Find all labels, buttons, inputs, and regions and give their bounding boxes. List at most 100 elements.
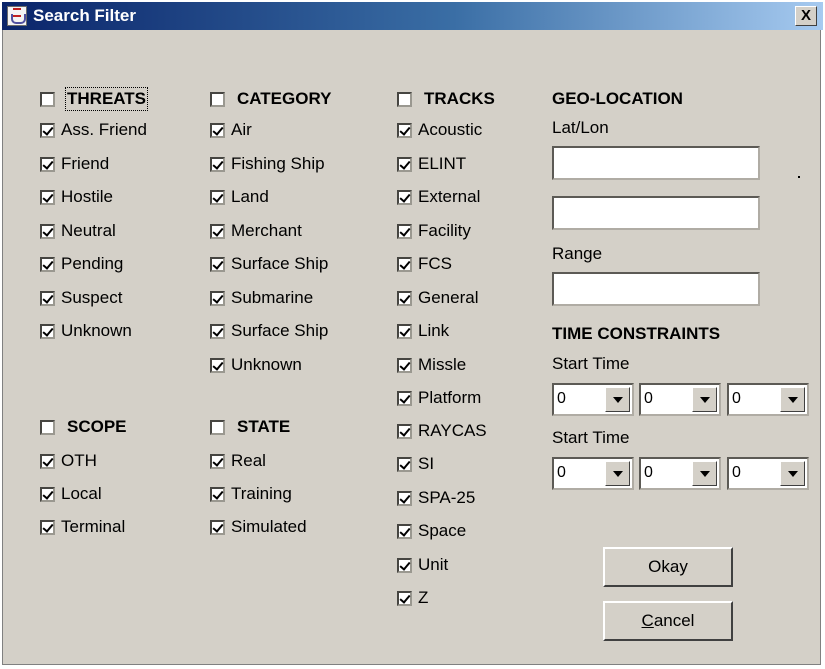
state-item-checkbox[interactable]: Training: [210, 484, 292, 504]
tracks-item-checkbox[interactable]: Link: [397, 321, 449, 341]
category-item-checkbox[interactable]: Surface Ship: [210, 321, 328, 341]
second-time-second-select[interactable]: 0: [727, 457, 809, 490]
checkbox-box[interactable]: [397, 357, 412, 373]
checkbox-box[interactable]: [210, 223, 225, 239]
threats-item-checkbox[interactable]: Friend: [40, 154, 109, 174]
checkbox-box[interactable]: [397, 122, 412, 138]
checkbox-box[interactable]: [210, 419, 225, 435]
state-header-checkbox[interactable]: STATE: [210, 417, 290, 437]
tracks-item-checkbox[interactable]: Missle: [397, 355, 466, 375]
checkbox-box[interactable]: [210, 156, 225, 172]
checkbox-box[interactable]: [397, 91, 412, 107]
tracks-item-checkbox[interactable]: Facility: [397, 221, 471, 241]
checkbox-box[interactable]: [210, 357, 225, 373]
chevron-down-icon[interactable]: [780, 387, 805, 412]
chevron-down-icon[interactable]: [605, 387, 630, 412]
checkbox-box[interactable]: [210, 189, 225, 205]
checkbox-box[interactable]: [210, 453, 225, 469]
tracks-item-checkbox[interactable]: General: [397, 288, 478, 308]
chevron-down-icon[interactable]: [780, 461, 805, 486]
longitude-field[interactable]: [552, 196, 760, 230]
checkbox-box[interactable]: [397, 189, 412, 205]
checkbox-box[interactable]: [40, 122, 55, 138]
checkbox-box[interactable]: [40, 486, 55, 502]
start-time-hour-select[interactable]: 0: [552, 383, 634, 416]
checkbox-box[interactable]: [397, 323, 412, 339]
checkbox-box[interactable]: [210, 91, 225, 107]
tracks-item-checkbox[interactable]: FCS: [397, 254, 452, 274]
start-time-second-select[interactable]: 0: [727, 383, 809, 416]
checkbox-box[interactable]: [397, 523, 412, 539]
checkbox-box[interactable]: [40, 323, 55, 339]
state-item-checkbox[interactable]: Simulated: [210, 517, 307, 537]
checkbox-box[interactable]: [397, 156, 412, 172]
chevron-down-icon[interactable]: [692, 387, 717, 412]
state-item-checkbox[interactable]: Real: [210, 451, 266, 471]
tracks-item-checkbox[interactable]: Space: [397, 521, 466, 541]
category-item-checkbox[interactable]: Merchant: [210, 221, 302, 241]
checkbox-box[interactable]: [397, 590, 412, 606]
chevron-down-icon[interactable]: [692, 461, 717, 486]
checkbox-box[interactable]: [210, 519, 225, 535]
checkbox-box[interactable]: [40, 519, 55, 535]
checkbox-box[interactable]: [40, 290, 55, 306]
start-time-minute-select[interactable]: 0: [639, 383, 721, 416]
checkbox-box[interactable]: [397, 490, 412, 506]
category-item-checkbox[interactable]: Land: [210, 187, 269, 207]
checkbox-box[interactable]: [210, 323, 225, 339]
checkbox-box[interactable]: [40, 256, 55, 272]
checkbox-box[interactable]: [40, 419, 55, 435]
tracks-item-checkbox[interactable]: External: [397, 187, 480, 207]
checkbox-box[interactable]: [397, 290, 412, 306]
checkbox-box[interactable]: [397, 390, 412, 406]
category-item-checkbox[interactable]: Fishing Ship: [210, 154, 325, 174]
checkbox-box[interactable]: [40, 91, 55, 107]
threats-item-checkbox[interactable]: Suspect: [40, 288, 122, 308]
tracks-item-checkbox[interactable]: Z: [397, 588, 428, 608]
checkbox-box[interactable]: [397, 223, 412, 239]
category-item-checkbox[interactable]: Air: [210, 120, 252, 140]
tracks-item-checkbox[interactable]: RAYCAS: [397, 421, 487, 441]
category-item-checkbox[interactable]: Unknown: [210, 355, 302, 375]
tracks-item-checkbox[interactable]: SPA-25: [397, 488, 475, 508]
checkbox-box[interactable]: [210, 486, 225, 502]
checkbox-box[interactable]: [40, 453, 55, 469]
tracks-item-checkbox[interactable]: ELINT: [397, 154, 466, 174]
checkbox-box[interactable]: [210, 122, 225, 138]
threats-header-checkbox[interactable]: THREATS: [40, 87, 149, 111]
scope-header-checkbox[interactable]: SCOPE: [40, 417, 127, 437]
threats-item-checkbox[interactable]: Pending: [40, 254, 123, 274]
category-item-checkbox[interactable]: Submarine: [210, 288, 313, 308]
scope-item-checkbox[interactable]: OTH: [40, 451, 97, 471]
range-field[interactable]: [552, 272, 760, 306]
tracks-header-checkbox[interactable]: TRACKS: [397, 89, 495, 109]
chevron-down-icon[interactable]: [605, 461, 630, 486]
checkbox-box[interactable]: [397, 256, 412, 272]
checkbox-box[interactable]: [397, 423, 412, 439]
threats-item-checkbox[interactable]: Ass. Friend: [40, 120, 147, 140]
checkbox-box[interactable]: [210, 290, 225, 306]
cancel-button[interactable]: Cancel: [603, 601, 733, 641]
tracks-item-checkbox[interactable]: Acoustic: [397, 120, 482, 140]
tracks-item-checkbox[interactable]: Unit: [397, 555, 448, 575]
checkbox-box[interactable]: [210, 256, 225, 272]
category-item-checkbox[interactable]: Surface Ship: [210, 254, 328, 274]
category-header-checkbox[interactable]: CATEGORY: [210, 89, 331, 109]
checkbox-box[interactable]: [397, 456, 412, 472]
okay-button[interactable]: Okay: [603, 547, 733, 587]
scope-item-checkbox[interactable]: Local: [40, 484, 102, 504]
threats-item-checkbox[interactable]: Hostile: [40, 187, 113, 207]
latitude-field[interactable]: [552, 146, 760, 180]
second-time-hour-select[interactable]: 0: [552, 457, 634, 490]
scope-item-checkbox[interactable]: Terminal: [40, 517, 125, 537]
tracks-item-checkbox[interactable]: Platform: [397, 388, 481, 408]
threats-item-checkbox[interactable]: Unknown: [40, 321, 132, 341]
checkbox-box[interactable]: [397, 557, 412, 573]
checkbox-box[interactable]: [40, 223, 55, 239]
threats-item-checkbox[interactable]: Neutral: [40, 221, 116, 241]
title-bar[interactable]: Search Filter X: [2, 2, 823, 30]
second-time-minute-select[interactable]: 0: [639, 457, 721, 490]
tracks-item-checkbox[interactable]: SI: [397, 454, 434, 474]
checkbox-box[interactable]: [40, 189, 55, 205]
checkbox-box[interactable]: [40, 156, 55, 172]
